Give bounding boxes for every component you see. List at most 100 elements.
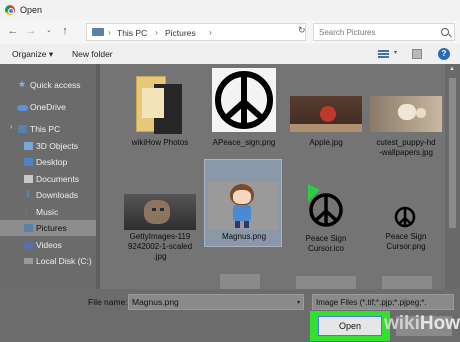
dialog-footer: File name: Magnus.png ▾ Image Files (*.t…: [0, 289, 460, 342]
search-box[interactable]: Search Pictures: [313, 23, 455, 41]
file-item-apeace-sign[interactable]: APeace_sign.png: [204, 66, 284, 158]
file-name: cutest_puppy-hd -wallpapers.jpg: [376, 138, 436, 157]
breadcrumb-separator-icon: ›: [209, 27, 212, 37]
apple-thumbnail: [290, 96, 362, 132]
sidebar-item-label: Downloads: [36, 190, 79, 200]
sidebar-item-pictures[interactable]: Pictures: [0, 220, 100, 236]
sidebar-item-label: Desktop: [36, 157, 68, 167]
file-name: Peace Sign Cursor.png: [385, 232, 427, 251]
peace-sign-thumbnail: [212, 68, 276, 132]
computer-icon: [92, 28, 104, 36]
help-icon[interactable]: ?: [438, 48, 450, 60]
peace-sign-cursor-icon: [308, 184, 343, 227]
peace-cursor-thumbnail: [392, 204, 418, 230]
navigation-bar: ← → ⌄ ↑ › This PC › Pictures › ↻ Search …: [0, 20, 460, 44]
address-bar[interactable]: › This PC › Pictures ›: [86, 23, 306, 41]
file-item-partial[interactable]: [382, 276, 432, 289]
sidebar-item-label: Pictures: [36, 223, 67, 233]
scrollbar-thumb[interactable]: [449, 78, 456, 228]
file-item-cutest-puppy[interactable]: cutest_puppy-hd -wallpapers.jpg: [366, 66, 445, 158]
scroll-up-icon[interactable]: ▲: [449, 66, 455, 72]
sidebar-item-label: OneDrive: [30, 102, 66, 112]
file-type-filter-select[interactable]: Image Files (*.tif;*.pjp;*.pjpeg;*.: [312, 294, 454, 310]
peace-sign-cursor-icon: [394, 206, 416, 228]
puppy-thumbnail: [370, 96, 442, 132]
file-item-magnus[interactable]: Magnus.png: [204, 159, 282, 247]
refresh-icon[interactable]: ↻: [298, 25, 306, 36]
file-name: APeace_sign.png: [212, 138, 276, 147]
view-dropdown-icon[interactable]: ▾: [394, 49, 397, 56]
open-button[interactable]: Open: [318, 316, 382, 336]
file-grid: wikiHow Photos APeace_sign.png Apple.jpg…: [100, 64, 445, 289]
sidebar-item-local-disk[interactable]: Local Disk (C:): [0, 253, 100, 269]
music-icon: ♪: [24, 206, 29, 216]
cloud-icon: [17, 105, 28, 111]
sidebar-item-this-pc[interactable]: › This PC: [0, 121, 100, 137]
computer-icon: [18, 125, 27, 133]
drive-icon: [24, 258, 33, 264]
change-view-icon[interactable]: [378, 50, 389, 58]
desktop-icon: [24, 158, 33, 166]
search-icon: [441, 28, 449, 36]
watermark-wiki: wiki: [384, 313, 420, 334]
forward-arrow-icon[interactable]: →: [24, 24, 38, 38]
sidebar-item-label: Documents: [36, 174, 79, 184]
file-name: GettyImages-119 9242002-1-scaled .jpg: [127, 232, 193, 261]
file-name: wikiHow Photos: [131, 138, 189, 147]
file-name-input[interactable]: Magnus.png: [128, 294, 304, 310]
expand-chevron-icon[interactable]: ›: [10, 124, 12, 131]
sidebar-item-label: Music: [36, 207, 59, 217]
wikihow-watermark: wikiHow: [384, 313, 460, 335]
sidebar-item-onedrive[interactable]: OneDrive: [0, 99, 100, 115]
file-item-wikihow-photos[interactable]: wikiHow Photos: [120, 66, 200, 158]
sidebar-item-music[interactable]: ♪ Music: [0, 204, 100, 220]
preview-pane-icon[interactable]: [412, 49, 422, 59]
file-item-peace-sign-cursor-ico[interactable]: Peace Sign Cursor.ico: [286, 162, 366, 254]
file-name-label: File name:: [88, 297, 128, 307]
up-arrow-icon[interactable]: ↑: [58, 24, 72, 38]
new-folder-button[interactable]: New folder: [72, 49, 113, 59]
sidebar-item-3d-objects[interactable]: 3D Objects: [0, 138, 100, 154]
file-item-partial[interactable]: [220, 274, 260, 289]
file-item-peace-sign-cursor-png[interactable]: Peace Sign Cursor.png: [366, 162, 445, 254]
chrome-app-icon: [5, 5, 15, 15]
sidebar-item-quick-access[interactable]: ★ Quick access: [0, 77, 100, 93]
window-title: Open: [20, 5, 43, 15]
file-name: Magnus.png: [221, 232, 267, 241]
cube-icon: [24, 142, 33, 150]
file-name: Peace Sign Cursor.ico: [305, 234, 347, 253]
breadcrumb-this-pc[interactable]: This PC: [117, 28, 147, 38]
peace-sign-icon: [212, 68, 276, 132]
sidebar-item-label: 3D Objects: [36, 141, 79, 151]
recent-locations-chevron-icon[interactable]: ⌄: [42, 24, 56, 38]
file-name: Apple.jpg: [309, 138, 343, 147]
breadcrumb-separator-icon: ›: [108, 27, 111, 37]
watermark-how: How: [419, 313, 460, 334]
sidebar-item-videos[interactable]: Videos: [0, 237, 100, 253]
file-item-partial[interactable]: [296, 276, 356, 289]
sidebar-item-label: Quick access: [30, 80, 81, 90]
peace-cursor-thumbnail: [298, 180, 350, 232]
navigation-pane: ★ Quick access OneDrive › This PC 3D Obj…: [0, 64, 100, 289]
sidebar-item-label: This PC: [30, 124, 61, 134]
sidebar-item-documents[interactable]: Documents: [0, 171, 100, 187]
title-bar: Open: [0, 0, 460, 20]
file-grid-scrollbar[interactable]: ▲: [445, 64, 460, 289]
folder-icon: [134, 72, 186, 136]
downloads-icon: ⬇: [24, 189, 32, 199]
breadcrumb-separator-icon: ›: [155, 27, 158, 37]
file-name-dropdown-icon[interactable]: ▾: [297, 299, 300, 306]
search-placeholder: Search Pictures: [319, 28, 376, 37]
organize-button[interactable]: Organize ▾: [12, 49, 53, 60]
command-bar: Organize ▾ New folder ▾ ?: [0, 44, 460, 64]
sidebar-item-desktop[interactable]: Desktop: [0, 154, 100, 170]
breadcrumb-pictures[interactable]: Pictures: [165, 28, 196, 38]
file-item-apple[interactable]: Apple.jpg: [286, 66, 366, 158]
file-item-gettyimages[interactable]: GettyImages-119 9242002-1-scaled .jpg: [120, 162, 200, 261]
sidebar-item-label: Videos: [36, 240, 62, 250]
videos-icon: [24, 241, 33, 249]
open-button-highlight: Open: [310, 311, 390, 341]
cat-thumbnail: [124, 194, 196, 230]
back-arrow-icon[interactable]: ←: [6, 24, 20, 38]
sidebar-item-downloads[interactable]: ⬇ Downloads: [0, 187, 100, 203]
